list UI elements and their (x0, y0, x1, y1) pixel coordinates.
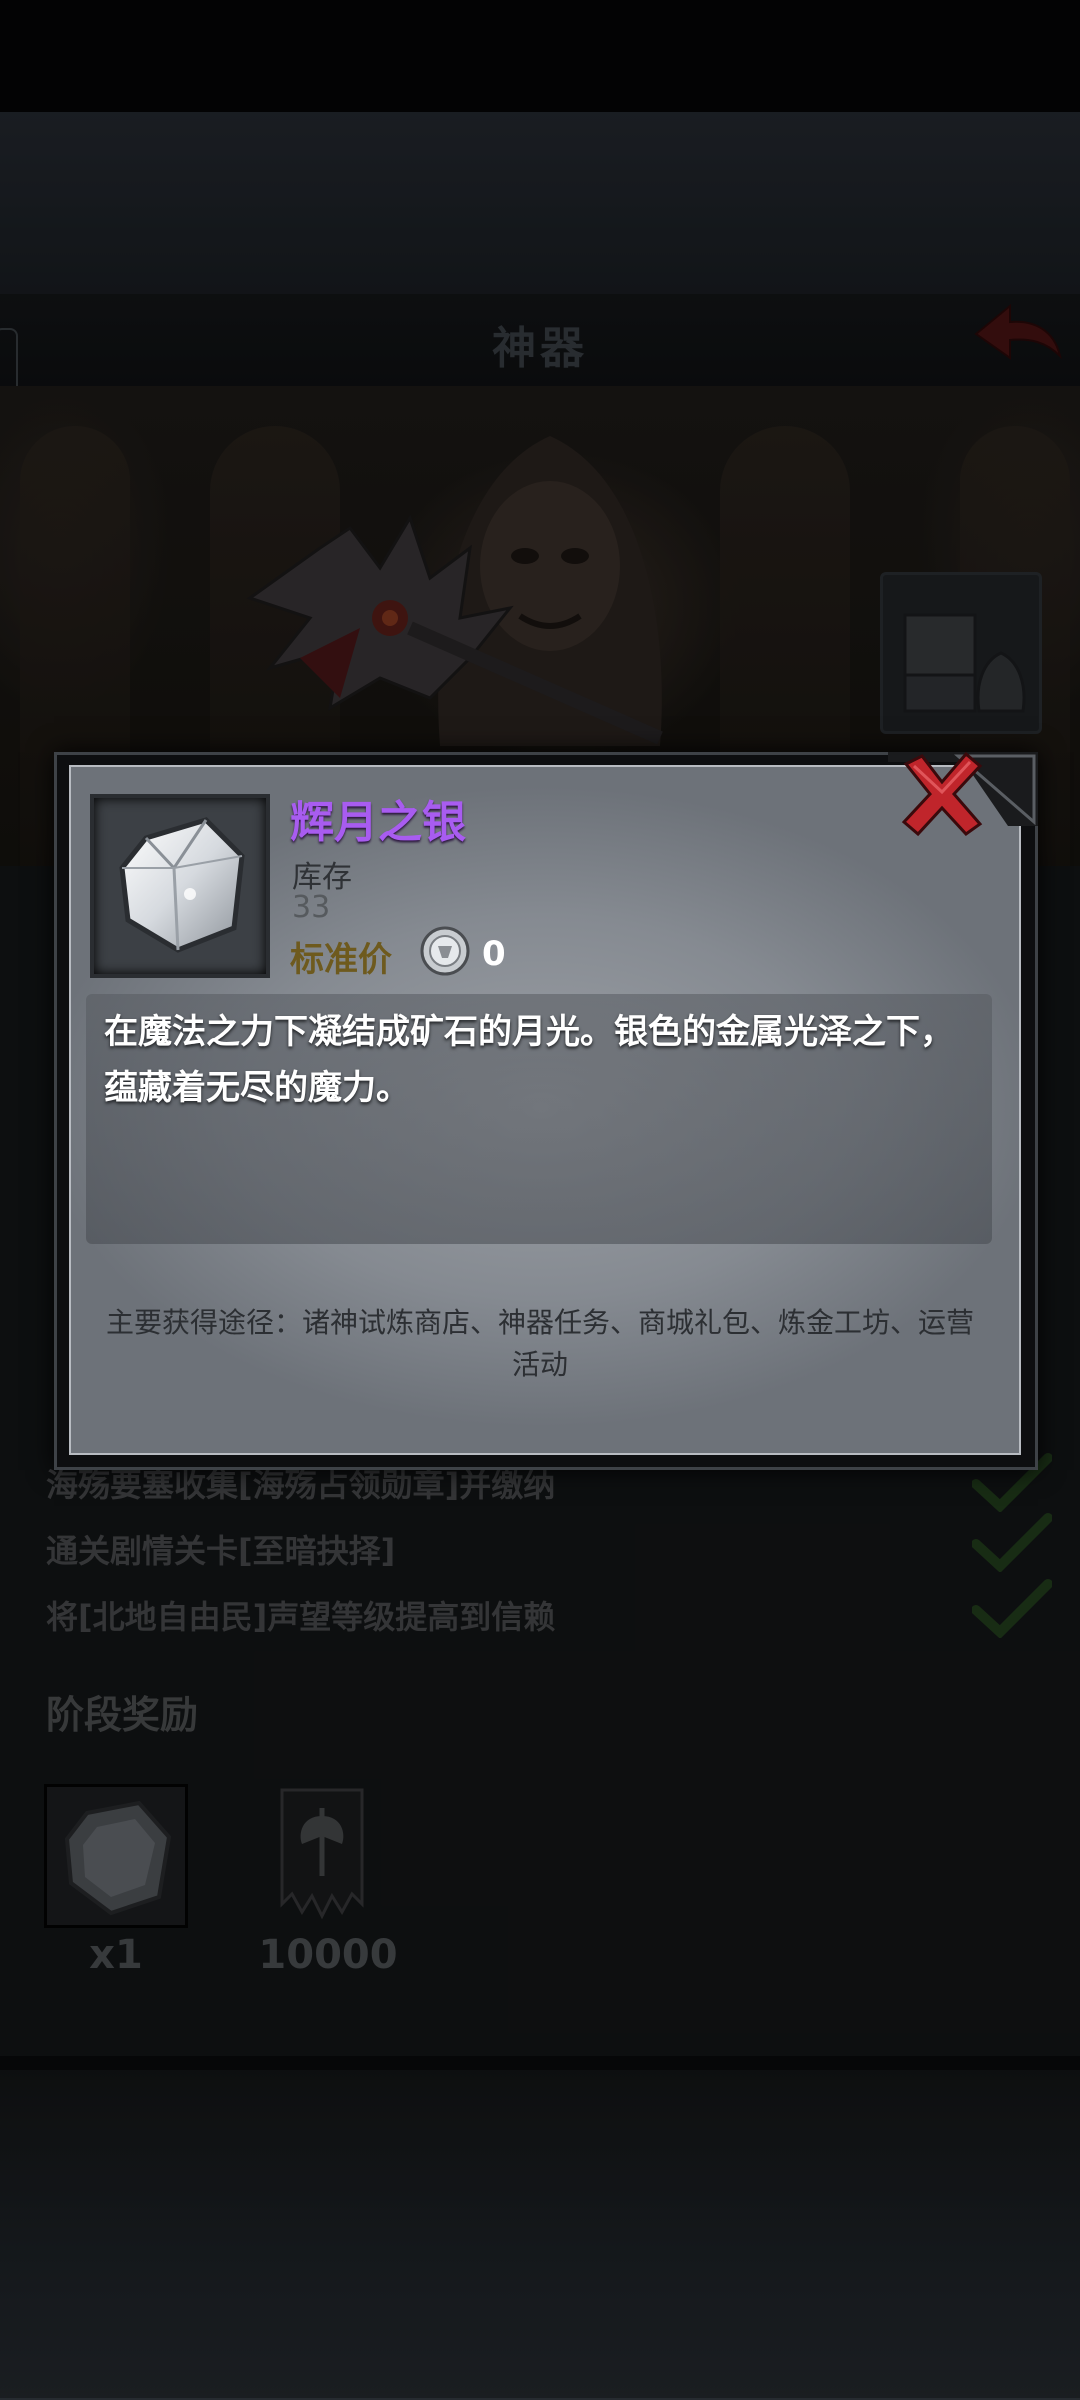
item-icon-frame (90, 794, 270, 978)
close-icon (901, 751, 983, 837)
acquisition-sources: 主要获得途径：诸神试炼商店、神器任务、商城礼包、炼金工坊、运营活动 (105, 1306, 974, 1381)
close-button[interactable] (896, 748, 988, 840)
stock-value: 33 (292, 890, 331, 925)
moon-silver-ore-icon (119, 817, 245, 953)
price-value: 0 (482, 934, 506, 974)
silver-coin-icon (420, 926, 470, 976)
item-name: 辉月之银 (290, 797, 466, 848)
item-description: 在魔法之力下凝结成矿石的月光。银色的金属光泽之下，蕴藏着无尽的魔力。 (104, 1012, 954, 1108)
price-label: 标准价 (290, 940, 392, 980)
